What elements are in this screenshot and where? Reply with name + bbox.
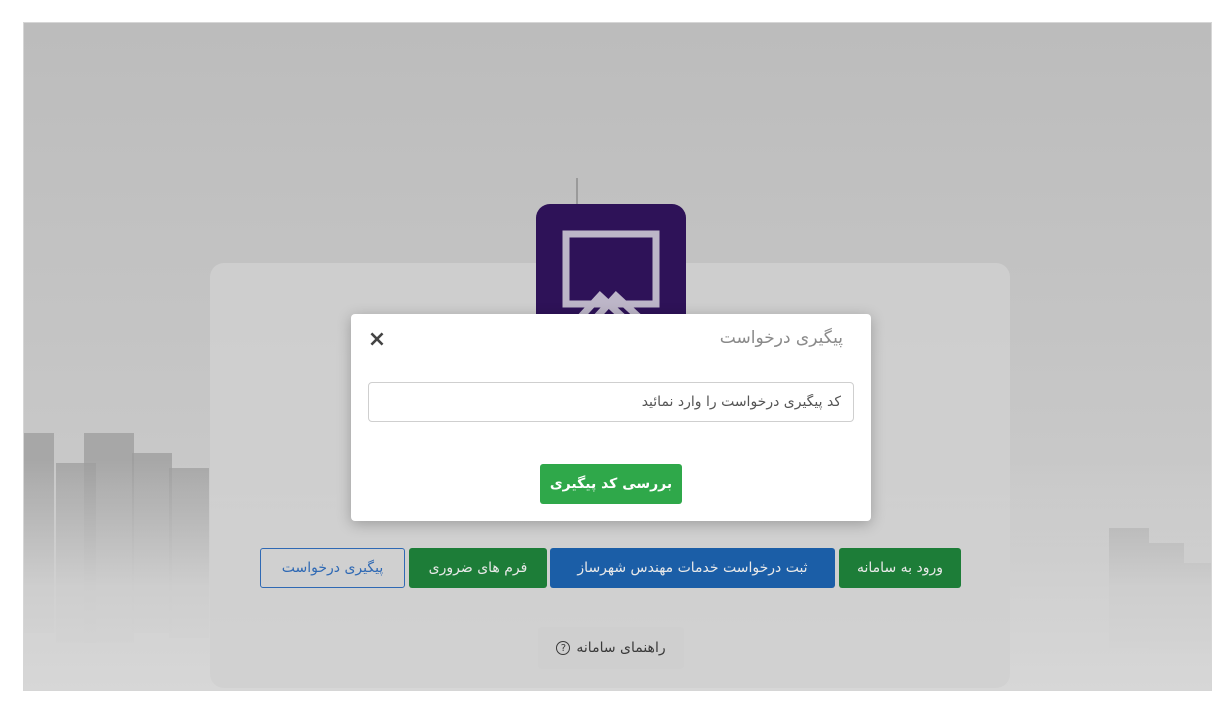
tracking-code-input[interactable] [368, 382, 854, 422]
track-request-button[interactable]: پیگیری درخواست [260, 548, 405, 588]
check-tracking-code-button[interactable]: بررسی کد پیگیری [540, 464, 682, 504]
system-guide-button[interactable]: راهنمای سامانه ? [538, 627, 684, 669]
login-button[interactable]: ورود به سامانه [839, 548, 961, 588]
modal-title: پیگیری درخواست [719, 328, 843, 348]
register-request-button[interactable]: ثبت درخواست خدمات مهندس شهرساز [550, 548, 835, 588]
question-circle-icon: ? [556, 641, 571, 655]
close-icon[interactable]: × [367, 329, 387, 351]
tracking-modal: پیگیری درخواست × بررسی کد پیگیری [351, 314, 871, 521]
required-forms-button[interactable]: فرم های ضروری [409, 548, 547, 588]
guide-label: راهنمای سامانه [576, 640, 666, 656]
